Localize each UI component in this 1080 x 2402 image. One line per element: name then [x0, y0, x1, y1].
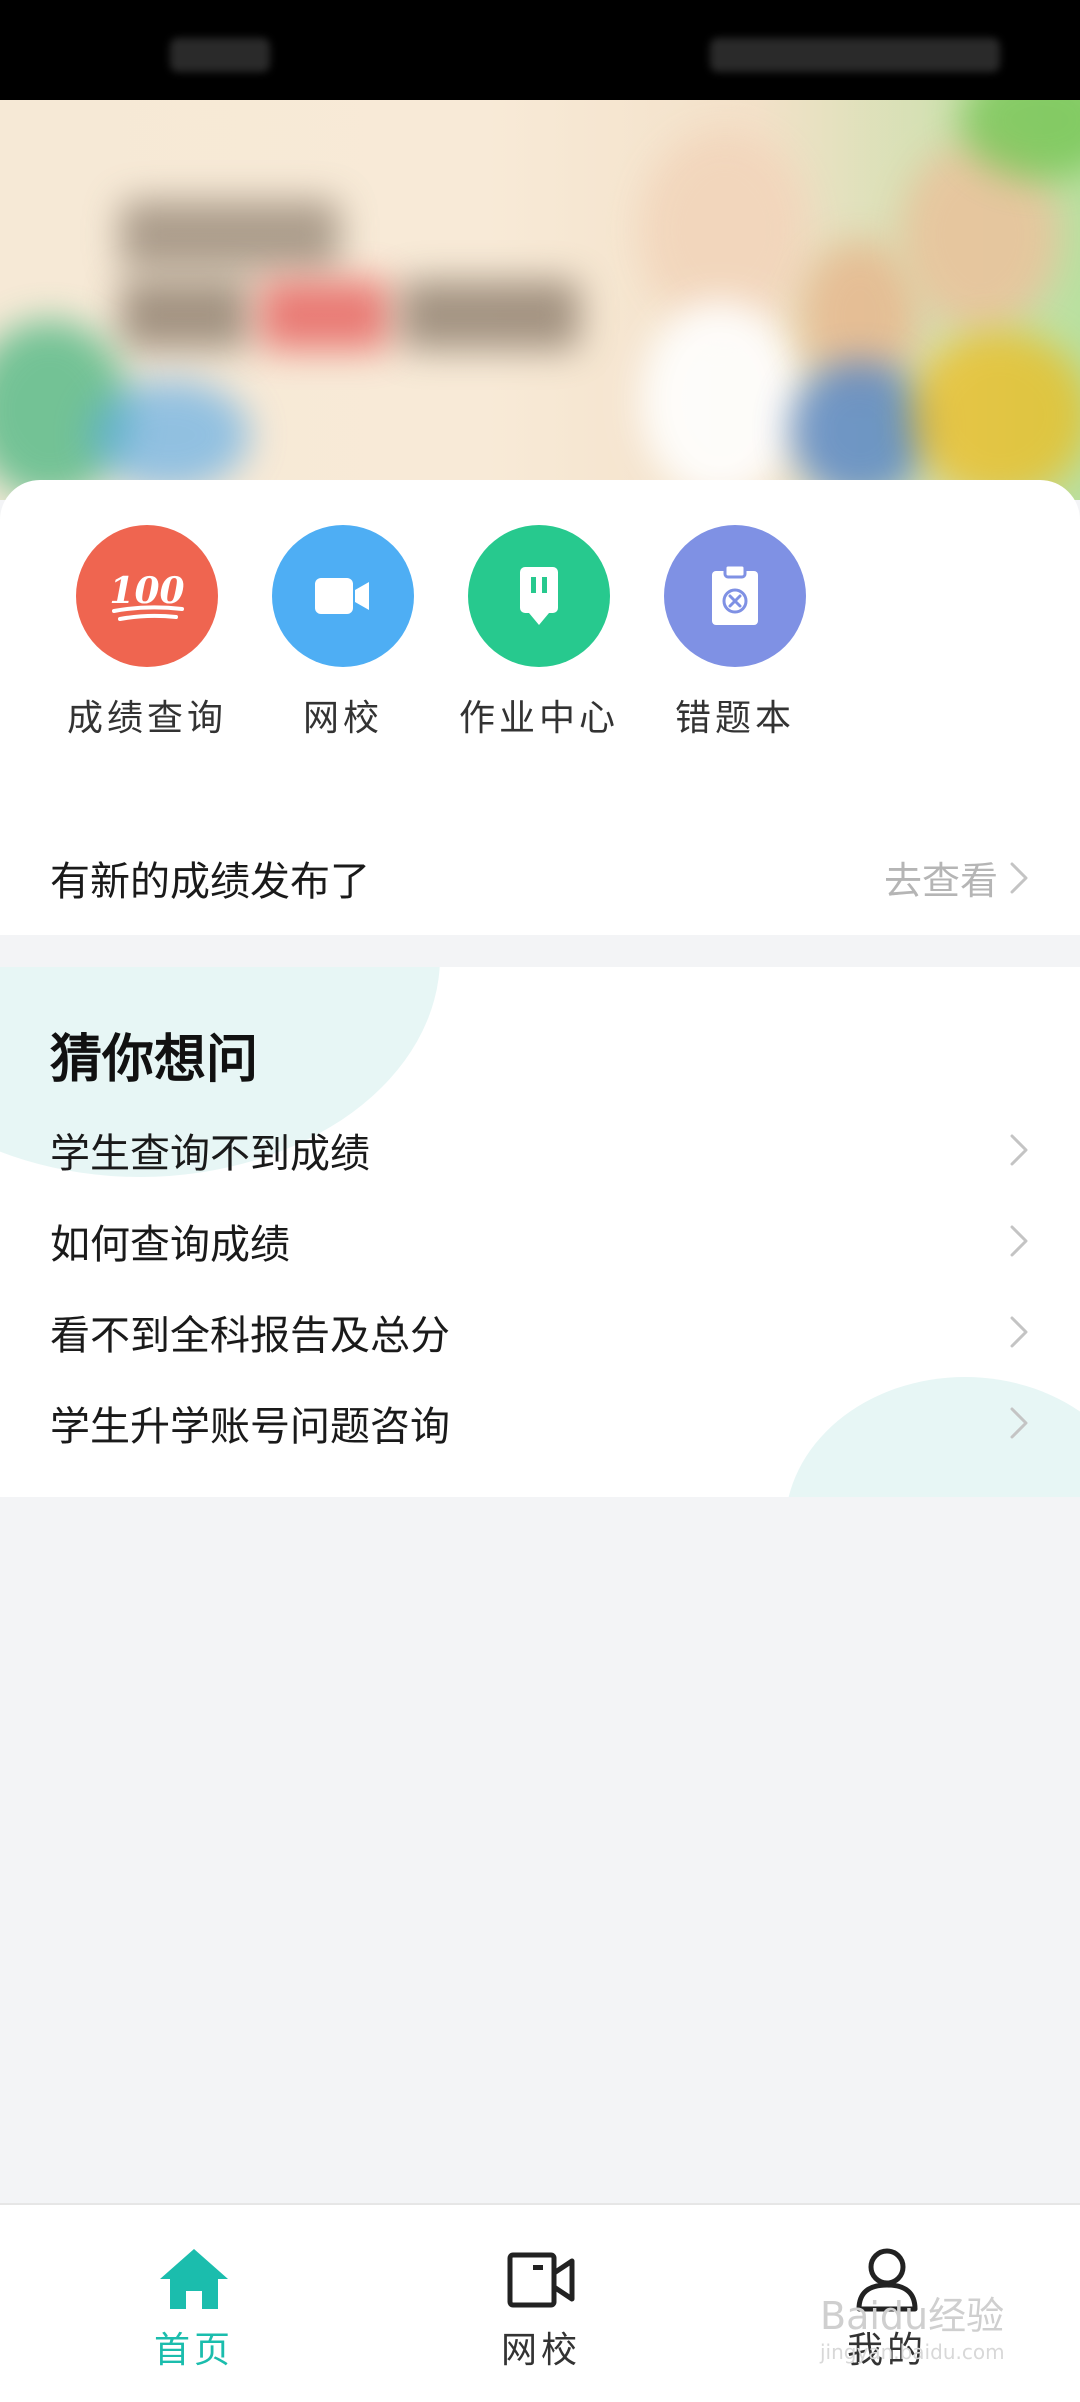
quick-action-label: 成绩查询 [66, 698, 227, 739]
quick-action-score-query[interactable]: 100 成绩查询 [57, 525, 237, 741]
notice-link-label: 去查看 [883, 859, 998, 903]
quick-action-label: 网校 [302, 698, 383, 739]
quick-action-label: 错题本 [674, 698, 795, 739]
nav-online-school[interactable]: 网校 [441, 2245, 641, 2373]
homework-icon [468, 525, 610, 667]
new-score-notice[interactable]: 有新的成绩发布了 去查看 [0, 820, 1080, 935]
nav-home[interactable]: 首页 [94, 2245, 294, 2373]
faq-card: 猜你想问 学生查询不到成绩 如何查询成绩 看不到全科报告及总分 学生升学账号问题… [0, 967, 1080, 1497]
banner-decoration [90, 380, 250, 490]
video-camera-icon [272, 525, 414, 667]
quick-actions: 100 成绩查询 网校 作业中心 错题本 [0, 525, 1080, 745]
notice-text: 有新的成绩发布了 [50, 858, 370, 905]
quick-action-homework-center[interactable]: 作业中心 [449, 525, 629, 741]
status-time-blurred [170, 38, 270, 72]
faq-item[interactable]: 看不到全科报告及总分 [0, 1287, 1080, 1377]
quick-action-mistake-book[interactable]: 错题本 [645, 525, 825, 741]
faq-item-text: 学生查询不到成绩 [50, 1131, 370, 1177]
baidu-jingyan-watermark: Baidu经验 jingyan.baidu.com [820, 2285, 1005, 2364]
faq-title: 猜你想问 [50, 1030, 259, 1090]
clipboard-x-icon [664, 525, 806, 667]
banner-blur-text [120, 200, 340, 270]
notice-view-link[interactable]: 去查看 [884, 850, 1030, 905]
nav-label: 首页 [153, 2330, 234, 2371]
chevron-right-icon [1010, 1407, 1028, 1439]
faq-item[interactable]: 学生查询不到成绩 [0, 1105, 1080, 1195]
promo-banner[interactable] [0, 100, 1080, 500]
faq-item-text: 如何查询成绩 [50, 1222, 290, 1268]
watermark-brand: Baidu经验 [820, 2294, 1005, 2338]
faq-item-text: 学生升学账号问题咨询 [50, 1404, 450, 1450]
chevron-right-icon [1010, 1316, 1028, 1348]
banner-blur-text [400, 280, 580, 350]
chevron-right-icon [1010, 1134, 1028, 1166]
banner-blur-highlight [260, 280, 390, 350]
status-icons-blurred [710, 38, 1000, 72]
banner-person [790, 360, 930, 500]
home-icon [160, 2249, 228, 2309]
chevron-right-icon [1010, 1225, 1028, 1257]
nav-label: 网校 [500, 2330, 581, 2371]
banner-person [910, 330, 1080, 500]
watermark-url: jingyan.baidu.com [820, 2340, 1005, 2364]
faq-item-text: 看不到全科报告及总分 [50, 1313, 450, 1359]
quick-action-online-school[interactable]: 网校 [253, 525, 433, 741]
score-100-icon: 100 [76, 525, 218, 667]
faq-item[interactable]: 如何查询成绩 [0, 1196, 1080, 1286]
banner-person [640, 300, 800, 500]
banner-blur-text [120, 280, 250, 350]
status-bar [0, 0, 1080, 100]
faq-item[interactable]: 学生升学账号问题咨询 [0, 1378, 1080, 1468]
chevron-right-icon [1010, 862, 1028, 893]
quick-action-label: 作业中心 [458, 698, 619, 739]
video-camera-icon [507, 2252, 575, 2308]
